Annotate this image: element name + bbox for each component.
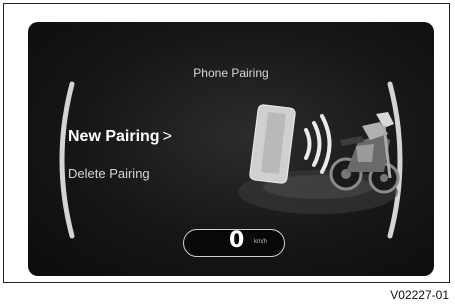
wireless-signal-icon	[304, 114, 332, 174]
chevron-right-icon: >	[162, 128, 172, 145]
figure-reference: V02227-01	[390, 288, 449, 302]
left-gauge-arc	[59, 81, 75, 239]
menu-item-label: Delete Pairing	[68, 166, 150, 181]
menu-item-delete-pairing[interactable]: Delete Pairing	[68, 166, 150, 181]
right-gauge-arc	[387, 81, 403, 239]
phone-icon	[249, 104, 296, 184]
menu-item-label: New Pairing	[68, 128, 160, 145]
speed-value: 0	[229, 228, 245, 253]
speed-unit: km/h	[254, 239, 268, 245]
dashboard-screen: Phone Pairing New Pairing > Delete Pairin…	[28, 22, 434, 276]
menu-item-new-pairing[interactable]: New Pairing >	[68, 128, 172, 146]
screen-title: Phone Pairing	[193, 66, 269, 80]
